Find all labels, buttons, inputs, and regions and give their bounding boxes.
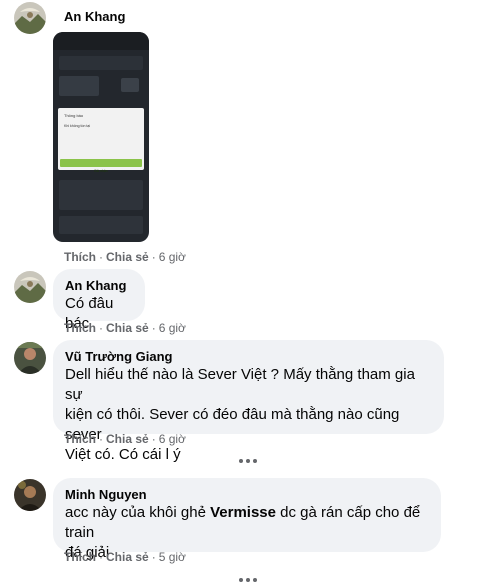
screenshot-dialog: Thông báo Khi không tồn tại Đã nhận bbox=[58, 108, 144, 173]
comment-author[interactable]: Vũ Trường Giang bbox=[65, 348, 432, 365]
comment-actions: Thích · Chia sẻ · 6 giờ bbox=[64, 321, 186, 335]
share-button[interactable]: Chia sẻ bbox=[106, 550, 149, 564]
comment-text-pre: acc này của khôi ghẻ bbox=[65, 504, 211, 521]
timestamp[interactable]: 6 giờ bbox=[159, 321, 186, 335]
like-button[interactable]: Thích bbox=[64, 550, 96, 564]
screenshot-topbar bbox=[53, 32, 149, 50]
comment-actions: Thích · Chia sẻ · 6 giờ bbox=[64, 432, 186, 446]
dialog-ok-label: Đã nhận bbox=[94, 169, 108, 173]
comment-actions: Thích · Chia sẻ · 5 giờ bbox=[64, 550, 186, 564]
comment-author[interactable]: An Khang bbox=[65, 277, 133, 294]
dialog-ok-button: Đã nhận bbox=[60, 159, 142, 173]
comment-actions: Thích · Chia sẻ · 6 giờ bbox=[64, 250, 186, 264]
screenshot-profile-row bbox=[59, 76, 99, 96]
share-button[interactable]: Chia sẻ bbox=[106, 432, 149, 446]
screenshot-content-block bbox=[59, 216, 143, 234]
avatar[interactable] bbox=[14, 342, 46, 374]
attachment-screenshot[interactable]: Thông báo Khi không tồn tại Đã nhận bbox=[53, 32, 149, 242]
more-replies-icon[interactable] bbox=[232, 572, 264, 588]
screenshot-content-block bbox=[59, 180, 143, 210]
share-button[interactable]: Chia sẻ bbox=[106, 250, 149, 264]
comment-bubble: Minh Nguyen acc này của khôi ghẻ Vermiss… bbox=[53, 478, 441, 561]
share-button[interactable]: Chia sẻ bbox=[106, 321, 149, 335]
like-button[interactable]: Thích bbox=[64, 250, 96, 264]
timestamp[interactable]: 5 giờ bbox=[159, 550, 186, 564]
comment-bubble: An Khang Có đâu bác bbox=[53, 269, 145, 332]
dialog-title: Thông báo bbox=[64, 113, 84, 118]
avatar[interactable] bbox=[14, 479, 46, 511]
dialog-body: Khi không tồn tại bbox=[64, 124, 91, 128]
timestamp[interactable]: 6 giờ bbox=[159, 432, 186, 446]
mention-link[interactable]: Vermisse bbox=[210, 504, 276, 521]
timestamp[interactable]: 6 giờ bbox=[159, 250, 186, 264]
comment-author[interactable]: Minh Nguyen bbox=[65, 486, 429, 503]
comment-text-line: acc này của khôi ghẻ Vermisse dc gà rán … bbox=[65, 503, 429, 543]
avatar[interactable] bbox=[14, 271, 46, 303]
screenshot-avatar-box bbox=[121, 78, 139, 92]
like-button[interactable]: Thích bbox=[64, 321, 96, 335]
comment-author[interactable]: An Khang bbox=[64, 9, 125, 24]
more-replies-icon[interactable] bbox=[232, 453, 264, 469]
avatar[interactable] bbox=[14, 2, 46, 34]
screenshot-header-row bbox=[59, 56, 143, 70]
comment-text-line: Dell hiểu thế nào là Sever Việt ? Mấy th… bbox=[65, 366, 415, 403]
comment-bubble: Vũ Trường Giang Dell hiểu thế nào là Sev… bbox=[53, 340, 444, 463]
like-button[interactable]: Thích bbox=[64, 432, 96, 446]
